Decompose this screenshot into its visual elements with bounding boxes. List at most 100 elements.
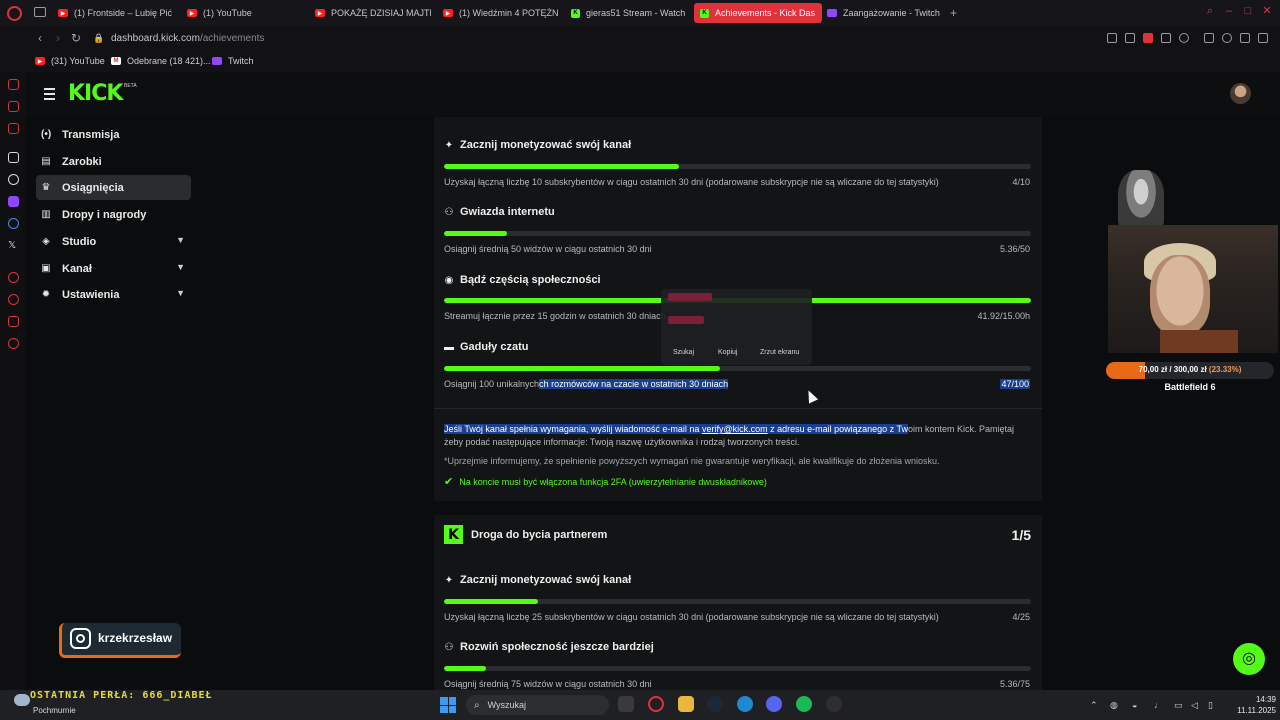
- url-field[interactable]: dashboard.kick.com/achievements: [111, 33, 264, 44]
- youtube-icon: ▶: [58, 9, 68, 17]
- tab-youtube[interactable]: ▶ (1) YouTube: [187, 3, 303, 23]
- opera-logo-icon[interactable]: [7, 6, 22, 21]
- achievement-description: Osiągnij 100 unikalnychch rozmówców na c…: [444, 379, 729, 389]
- minimize-icon[interactable]: –: [1224, 6, 1234, 17]
- achievement-description: Uzyskaj łączną liczbę 10 subskrybentów w…: [444, 177, 939, 187]
- taskbar-clock[interactable]: 14:39 11.11.2025: [1226, 694, 1276, 716]
- search-tabs-icon[interactable]: ⌕: [1205, 6, 1215, 17]
- donation-goal-text: 70,00 zł / 300,00 zł (23.33%): [1138, 365, 1242, 374]
- microphone-icon[interactable]: ♩: [1154, 700, 1163, 710]
- close-icon[interactable]: ✕: [1262, 6, 1272, 17]
- tab-frontside[interactable]: ▶ (1) Frontside – Lubię Pić (: [58, 3, 174, 23]
- x-icon[interactable]: 𝕏: [8, 240, 19, 251]
- bookmark-gmail[interactable]: M Odebrane (18 421)...: [111, 56, 211, 66]
- obs-icon[interactable]: [826, 696, 842, 712]
- workspaces-icon[interactable]: [34, 7, 46, 17]
- shield-icon[interactable]: [1143, 33, 1153, 43]
- bookmark-twitch[interactable]: Twitch: [212, 56, 254, 66]
- sidebar-item-transmisja[interactable]: (•) Transmisja: [36, 122, 191, 147]
- popup-screenshot-button[interactable]: Zrzut ekranu: [760, 349, 799, 356]
- battery-icon[interactable]: ▯: [1208, 700, 1213, 711]
- back-icon[interactable]: ‹: [33, 31, 47, 45]
- windows-start-icon[interactable]: [440, 697, 456, 713]
- sidebar-app-icon[interactable]: [8, 101, 19, 112]
- pin-icon[interactable]: [1107, 33, 1117, 43]
- tab-twitch[interactable]: Zaangażowanie - Twitch: [827, 3, 943, 23]
- play-icon[interactable]: [1161, 33, 1171, 43]
- sidebar-app-icon[interactable]: [8, 152, 19, 163]
- sidebar-app-icon[interactable]: [8, 316, 19, 327]
- edge-icon[interactable]: [737, 696, 753, 712]
- webcam-person-shirt: [1160, 330, 1238, 353]
- twitch-icon[interactable]: [8, 196, 19, 207]
- twitch-icon: [212, 57, 222, 65]
- tab-wiedzmin[interactable]: ▶ (1) Wiedźmin 4 POTĘŻNI: [443, 3, 559, 23]
- settings-icon[interactable]: [8, 338, 19, 349]
- discord-icon[interactable]: [766, 696, 782, 712]
- music-icon[interactable]: [8, 272, 19, 283]
- sidebar-item-kanal[interactable]: ▣ Kanał ▼: [36, 256, 191, 281]
- gear-icon: ✹: [41, 289, 51, 300]
- avatar[interactable]: [1230, 83, 1251, 104]
- volume-icon[interactable]: ◁: [1191, 700, 1198, 711]
- gmail-icon: M: [111, 57, 121, 65]
- popup-search-button[interactable]: Szukaj: [673, 349, 694, 356]
- forward-icon[interactable]: ›: [51, 31, 65, 45]
- verification-note: *Uprzejmie informujemy, że spełnienie po…: [444, 456, 940, 466]
- download-icon[interactable]: [1240, 33, 1250, 43]
- history-icon[interactable]: [8, 294, 19, 305]
- achievement-description: Uzyskaj łączną liczbę 25 subskrybentów w…: [444, 612, 939, 622]
- sidebar-item-osiagniecia[interactable]: ♛ Osiągnięcia: [36, 175, 191, 200]
- taskbar-search-input[interactable]: ⌕ Wyszukaj: [466, 695, 609, 715]
- chevron-down-icon: ▼: [176, 262, 185, 272]
- kick-header: [26, 72, 1280, 116]
- kick-logo[interactable]: KICK: [68, 82, 123, 106]
- extensions-icon[interactable]: [1204, 33, 1214, 43]
- network-icon[interactable]: ▭: [1174, 700, 1183, 711]
- tab-achievements[interactable]: K Achievements - Kick Das: [694, 3, 822, 23]
- weather-text[interactable]: Pochmurnie: [33, 706, 76, 715]
- chat-icon: ▬: [444, 341, 454, 353]
- messenger-icon[interactable]: [8, 218, 19, 229]
- file-explorer-icon[interactable]: [678, 696, 694, 712]
- chatgpt-icon[interactable]: [8, 174, 19, 185]
- sidebar-app-icon[interactable]: [8, 123, 19, 134]
- tray-app-icon[interactable]: ◍: [1110, 700, 1118, 711]
- heart-icon[interactable]: [1179, 33, 1189, 43]
- maximize-icon[interactable]: □: [1243, 6, 1253, 17]
- steam-icon[interactable]: [707, 696, 723, 712]
- cloud-icon[interactable]: [14, 694, 30, 706]
- support-chat-button[interactable]: ◎: [1233, 643, 1265, 675]
- spotify-icon[interactable]: [796, 696, 812, 712]
- tab-gieras51[interactable]: Kgieras51 Stream - Watch: [571, 3, 687, 23]
- sidebar-item-zarobki[interactable]: ▤ Zarobki: [36, 149, 191, 174]
- youtube-icon: ▶: [35, 57, 45, 65]
- sidebar-item-ustawienia[interactable]: ✹ Ustawienia ▼: [36, 282, 191, 307]
- sidebar-item-studio[interactable]: ◈ Studio ▼: [36, 229, 191, 254]
- achievement-value: 5.36/75: [999, 679, 1030, 689]
- sidebar-app-icon[interactable]: [8, 79, 19, 90]
- tab-youtube-majtki[interactable]: ▶ POKAŻĘ DZISIAJ MAJTK: [315, 3, 431, 23]
- menu-icon[interactable]: [1258, 33, 1268, 43]
- broadcast-icon: (•): [41, 129, 52, 140]
- profile-icon[interactable]: [1222, 33, 1232, 43]
- tray-app-icon[interactable]: ◒: [1132, 700, 1137, 710]
- sidebar-item-dropy[interactable]: ▥ Dropy i nagrody: [36, 202, 191, 227]
- email-link[interactable]: verify@kick.com: [701, 424, 768, 434]
- trophy-icon: ♛: [41, 182, 51, 193]
- tray-chevron-icon[interactable]: ⌃: [1090, 700, 1098, 711]
- popup-copy-button[interactable]: Kopiuj: [718, 349, 737, 356]
- bookmark-youtube[interactable]: ▶ (31) YouTube: [35, 56, 105, 66]
- reload-icon[interactable]: ↻: [69, 31, 83, 45]
- hamburger-menu-icon[interactable]: [44, 88, 55, 103]
- snapshot-icon[interactable]: [1125, 33, 1135, 43]
- achievement-title: ⚇ Rozwiń społeczność jeszcze bardziej: [444, 641, 654, 653]
- task-view-icon[interactable]: [618, 696, 634, 712]
- new-tab-button[interactable]: +: [950, 3, 964, 23]
- users-icon: ⚇: [444, 206, 454, 218]
- opera-sidebar: [0, 72, 26, 692]
- users-icon: ⚇: [444, 641, 454, 653]
- youtube-icon: ▶: [443, 9, 453, 17]
- opera-icon[interactable]: [648, 696, 664, 712]
- search-icon: ⌕: [474, 699, 480, 711]
